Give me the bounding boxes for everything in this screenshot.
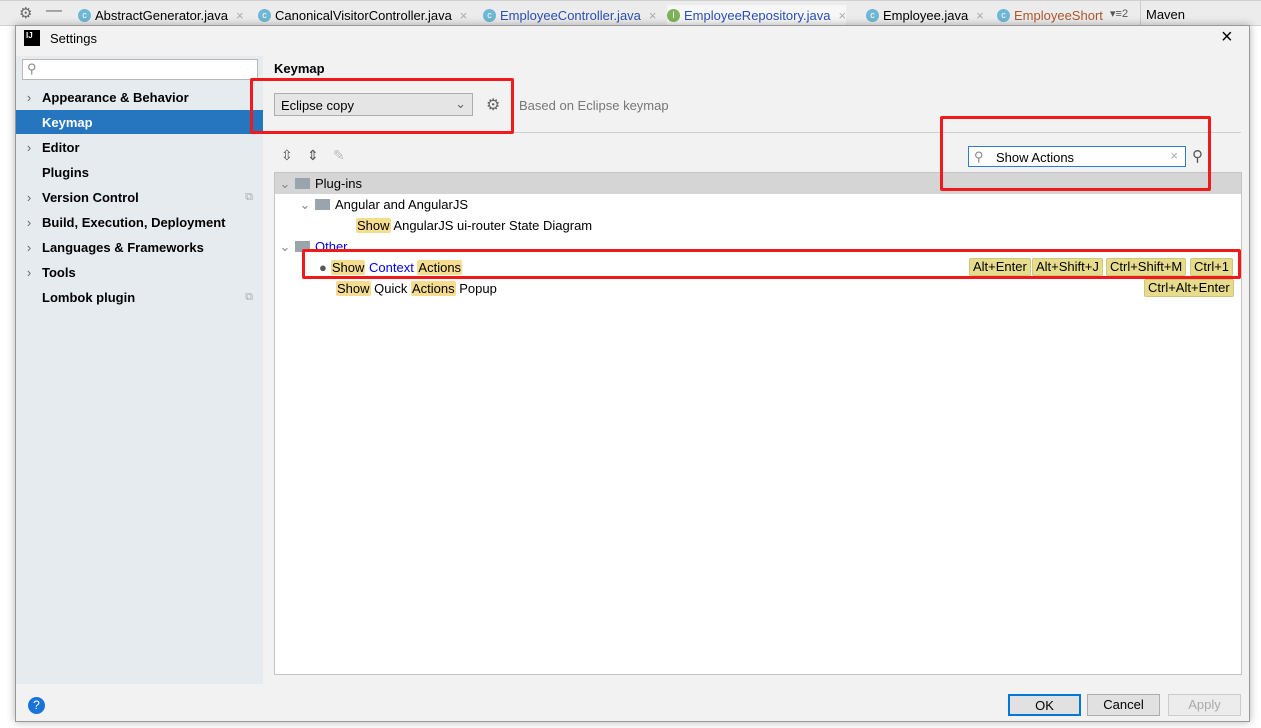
interface-icon: I	[667, 8, 680, 22]
maven-tool-window[interactable]: Maven	[1146, 7, 1185, 22]
close-icon[interactable]: ×	[976, 8, 984, 23]
class-icon: c	[78, 8, 91, 22]
chevron-down-icon[interactable]: ⌄	[275, 176, 295, 192]
edit-icon[interactable]: ✎	[333, 147, 345, 164]
folder-icon	[295, 178, 310, 189]
chevron-right-icon: ›	[26, 239, 32, 255]
help-button[interactable]: ?	[28, 697, 45, 714]
sidebar-item[interactable]: › Tools	[16, 260, 263, 284]
gear-icon[interactable]: ⚙	[19, 4, 32, 22]
sidebar-item[interactable]: › Appearance & Behavior	[16, 85, 263, 109]
close-icon[interactable]: ×	[649, 8, 657, 23]
tab-overflow-button[interactable]: ▾≡2	[1110, 7, 1128, 20]
folder-icon	[315, 199, 330, 210]
editor-tab-bar: ⚙ — c AbstractGenerator.java × c CanonicalV…	[0, 0, 1261, 26]
project-level-icon: ⧉	[245, 190, 253, 203]
project-level-icon: ⧉	[245, 290, 253, 303]
chevron-right-icon: ›	[26, 139, 32, 155]
editor-tab[interactable]: I EmployeeRepository.java ×	[667, 5, 847, 25]
sidebar-item-label: Appearance & Behavior	[42, 89, 189, 105]
chevron-right-icon: ›	[26, 214, 32, 230]
annotation-box	[302, 249, 1241, 279]
sidebar-item-label: Tools	[42, 264, 76, 280]
editor-tab[interactable]: c AbstractGenerator.java ×	[78, 5, 244, 25]
sidebar-item[interactable]: › Build, Execution, Deployment	[16, 210, 263, 234]
close-icon[interactable]: ×	[236, 8, 244, 23]
collapse-all-icon[interactable]: ⇕	[307, 147, 319, 164]
keymap-tree: ⌄ Plug-ins ⌄ Angular and AngularJS Show An…	[274, 172, 1242, 675]
sidebar-item[interactable]: Plugins	[16, 160, 263, 184]
class-icon: c	[258, 8, 271, 22]
sidebar-item-label: Languages & Frameworks	[42, 239, 204, 255]
annotation-box	[250, 78, 514, 134]
editor-tab[interactable]: c EmployeeShort	[997, 5, 1103, 25]
action-row[interactable]: Show AngularJS ui-router State Diagram	[275, 215, 1241, 236]
divider	[1140, 1, 1141, 26]
apply-button[interactable]: Apply	[1168, 694, 1241, 716]
chevron-down-icon[interactable]: ⌄	[295, 197, 315, 213]
sidebar-item[interactable]: Keymap	[16, 110, 263, 134]
sidebar-item-label: Build, Execution, Deployment	[42, 214, 226, 230]
sidebar-item[interactable]: Lombok plugin ⧉	[16, 285, 263, 309]
sidebar-item-label: Lombok plugin	[42, 289, 136, 305]
editor-tab[interactable]: c CanonicalVisitorController.java ×	[258, 5, 467, 25]
expand-all-icon[interactable]: ⇳	[281, 147, 293, 164]
chevron-right-icon: ›	[26, 264, 32, 280]
intellij-logo: IJ	[24, 30, 40, 46]
page-title: Keymap	[274, 61, 325, 76]
close-icon[interactable]: ×	[838, 8, 846, 23]
chevron-right-icon: ›	[26, 189, 32, 205]
cancel-button[interactable]: Cancel	[1087, 694, 1160, 716]
class-icon: c	[483, 8, 496, 22]
editor-tab[interactable]: c EmployeeController.java ×	[483, 5, 657, 25]
shortcut-badge: Ctrl+Alt+Enter	[1144, 279, 1234, 297]
sidebar-item-label: Keymap	[42, 114, 93, 130]
ok-button[interactable]: OK	[1008, 694, 1081, 716]
sidebar-item-label: Version Control	[42, 189, 139, 205]
annotation-box	[940, 116, 1211, 191]
sidebar-item-label: Editor	[42, 139, 80, 155]
dialog-title: Settings	[50, 31, 97, 46]
sidebar-item-label: Plugins	[42, 164, 89, 180]
based-on-label: Based on Eclipse keymap	[519, 98, 669, 113]
chevron-right-icon: ›	[26, 89, 32, 105]
class-icon: c	[997, 8, 1010, 22]
tree-node-angular[interactable]: ⌄ Angular and AngularJS	[275, 194, 1241, 215]
action-row-show-quick-actions-popup[interactable]: Show Quick Actions Popup Ctrl+Alt+Enter	[275, 278, 1241, 299]
class-icon: c	[866, 8, 879, 22]
sidebar-item[interactable]: › Languages & Frameworks	[16, 235, 263, 259]
minimize-icon[interactable]: —	[46, 2, 62, 20]
settings-search-input[interactable]: ⚲	[22, 59, 258, 80]
sidebar-item[interactable]: › Version Control ⧉	[16, 185, 263, 209]
close-dialog-button[interactable]: ×	[1221, 26, 1233, 49]
search-icon: ⚲	[27, 61, 37, 76]
sidebar-item[interactable]: › Editor	[16, 135, 263, 159]
chevron-down-icon[interactable]: ⌄	[275, 239, 295, 255]
editor-tab[interactable]: c Employee.java ×	[866, 5, 984, 25]
close-icon[interactable]: ×	[460, 8, 468, 23]
